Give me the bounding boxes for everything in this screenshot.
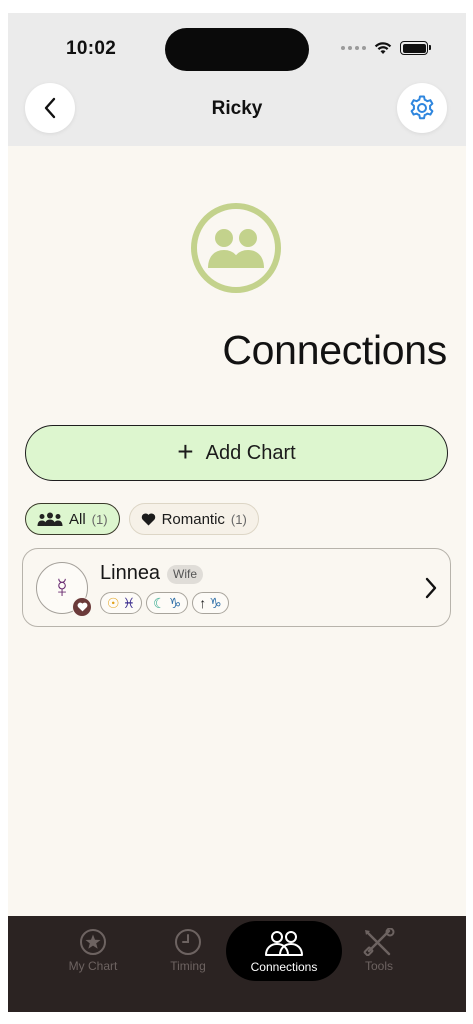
- arrow-up-icon: ↑: [199, 595, 207, 611]
- tab-my-chart[interactable]: My Chart: [53, 928, 133, 973]
- romantic-heart-badge: [72, 597, 92, 617]
- group-icon: [37, 512, 63, 526]
- sun-icon: ☉: [107, 595, 120, 611]
- filter-all-count: (1): [91, 511, 108, 527]
- tools-icon: [363, 928, 395, 956]
- sun-placement: ☉ ♓: [100, 592, 143, 614]
- star-circle-icon: [80, 929, 106, 955]
- tab-bar: My Chart Timing Connections Tools: [8, 916, 466, 1012]
- heart-icon: [77, 602, 87, 612]
- relation-tag: Wife: [167, 565, 203, 584]
- connection-name: Linnea: [100, 562, 161, 584]
- status-time: 10:02: [66, 38, 117, 59]
- gear-icon: [410, 95, 434, 120]
- people-icon: [265, 931, 303, 956]
- signal-icon: [341, 46, 366, 50]
- clock-icon: [175, 929, 201, 955]
- battery-icon: [400, 41, 431, 55]
- tab-connections[interactable]: Connections: [226, 921, 342, 981]
- wifi-icon: [374, 42, 392, 54]
- filter-romantic-label: Romantic: [161, 510, 225, 528]
- placements: ☉ ♓ ☾ ♑ ↑ ♑: [100, 592, 229, 614]
- app-screen: 10:02 Ricky Connections + Add Chart All …: [8, 13, 466, 1012]
- connections-icon: [191, 203, 281, 293]
- plus-icon: +: [177, 435, 194, 467]
- top-bar: 10:02 Ricky: [8, 13, 466, 146]
- tab-my-chart-label: My Chart: [68, 959, 118, 973]
- filter-all-label: All: [69, 510, 86, 528]
- tab-timing[interactable]: Timing: [148, 928, 228, 973]
- mercury-icon: ☿: [51, 572, 73, 603]
- chevron-right-icon: [425, 577, 437, 599]
- tab-tools[interactable]: Tools: [339, 928, 419, 973]
- add-chart-label: Add Chart: [205, 441, 296, 464]
- status-icons: [341, 41, 431, 55]
- filter-romantic-chip[interactable]: Romantic (1): [128, 503, 259, 535]
- connection-card[interactable]: ☿ Linnea Wife ☉ ♓ ☾ ♑ ↑ ♑: [22, 548, 451, 627]
- tab-connections-label: Connections: [250, 960, 318, 974]
- pisces-icon: ♓: [122, 595, 136, 611]
- capricorn-icon: ♑: [168, 595, 182, 611]
- dynamic-island: [165, 28, 309, 71]
- rising-placement: ↑ ♑: [192, 592, 229, 614]
- capricorn-icon: ♑: [209, 595, 222, 611]
- filter-chips: All (1) Romantic (1): [25, 503, 259, 535]
- filter-romantic-count: (1): [230, 511, 247, 527]
- tab-timing-label: Timing: [170, 959, 206, 973]
- tab-tools-label: Tools: [364, 959, 393, 973]
- filter-all-chip[interactable]: All (1): [25, 503, 120, 535]
- page-title: Connections: [222, 327, 447, 373]
- heart-icon: [141, 512, 155, 525]
- moon-placement: ☾ ♑: [146, 592, 189, 614]
- moon-icon: ☾: [153, 595, 166, 611]
- add-chart-button[interactable]: + Add Chart: [25, 425, 448, 481]
- settings-button[interactable]: [397, 83, 447, 133]
